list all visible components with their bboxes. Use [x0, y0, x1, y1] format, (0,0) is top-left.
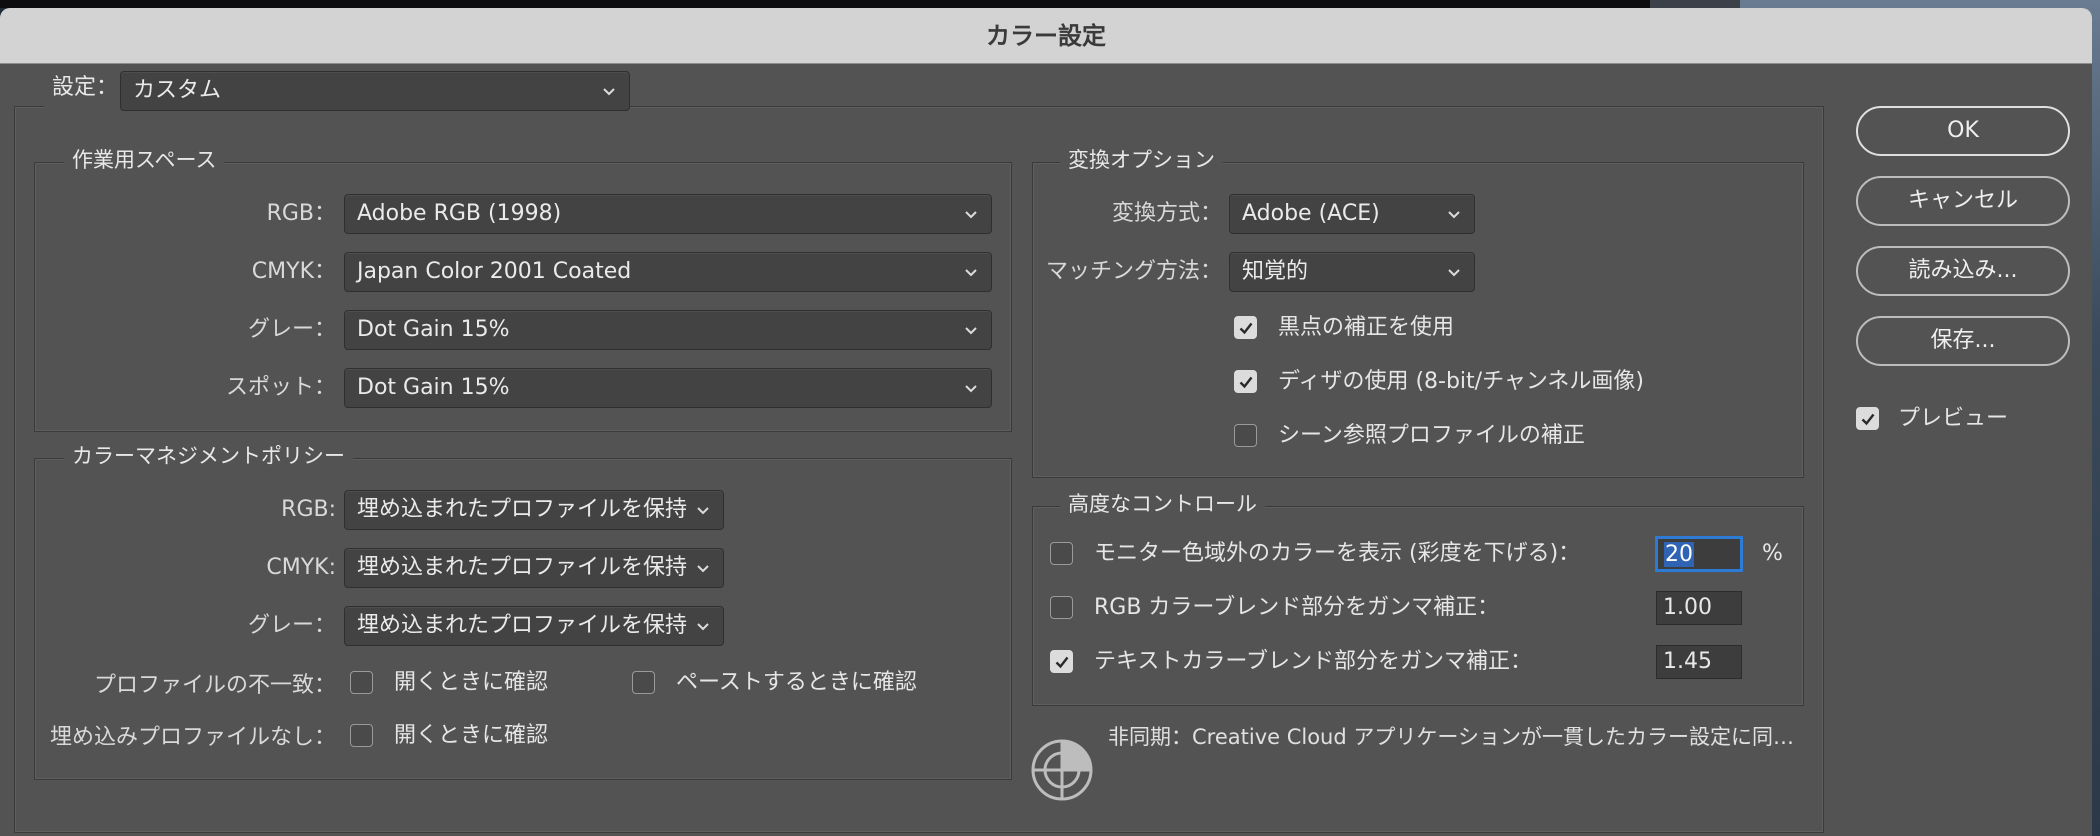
bpc-checkbox[interactable] [1234, 316, 1257, 339]
preview-checkbox[interactable] [1856, 407, 1879, 430]
cancel-button[interactable]: キャンセル [1856, 176, 2070, 226]
cmyk-working-value: Japan Color 2001 Coated [357, 259, 632, 284]
save-button[interactable]: 保存... [1856, 316, 2070, 366]
rgb-working-label: RGB： [266, 201, 336, 226]
policies-legend: カラーマネジメントポリシー [64, 442, 353, 470]
ok-button[interactable]: OK [1856, 106, 2070, 156]
missing-label: 埋め込みプロファイルなし： [49, 725, 336, 750]
desktop-background [1650, 0, 1740, 8]
chevron-down-icon [603, 88, 615, 96]
spot-working-value: Dot Gain 15% [357, 375, 510, 400]
engine-label: 変換方式： [1111, 201, 1222, 226]
text-blend-checkbox[interactable] [1050, 650, 1073, 673]
gray-working-select[interactable]: Dot Gain 15% [344, 310, 992, 350]
scene-checkbox[interactable] [1234, 424, 1257, 447]
rgb-working-select[interactable]: Adobe RGB (1998) [344, 194, 992, 234]
chevron-down-icon [1448, 211, 1460, 219]
desaturate-label[interactable]: モニター色域外のカラーを表示 (彩度を下げる)： [1094, 539, 1580, 569]
dither-label[interactable]: ディザの使用 (8-bit/チャンネル画像) [1278, 367, 1644, 397]
chevron-down-icon [697, 623, 709, 631]
cmyk-policy-label: CMYK: [266, 555, 336, 580]
rgb-policy-value: 埋め込まれたプロファイルを保持 [357, 497, 688, 522]
settings-label: 設定： [44, 68, 127, 108]
cmyk-working-label: CMYK： [251, 259, 336, 284]
spot-working-select[interactable]: Dot Gain 15% [344, 368, 992, 408]
missing-open-label[interactable]: 開くときに確認 [394, 721, 548, 751]
gray-working-value: Dot Gain 15% [357, 317, 510, 342]
engine-select[interactable]: Adobe (ACE) [1229, 194, 1475, 234]
intent-value: 知覚的 [1242, 259, 1309, 284]
settings-value: カスタム [133, 78, 222, 103]
chevron-down-icon [697, 565, 709, 573]
cmyk-policy-value: 埋め込まれたプロファイルを保持 [357, 555, 688, 580]
checkmark-icon [1055, 656, 1069, 669]
intent-select[interactable]: 知覚的 [1229, 252, 1475, 292]
rgb-blend-checkbox[interactable] [1050, 596, 1073, 619]
bpc-label[interactable]: 黒点の補正を使用 [1278, 313, 1454, 343]
scene-label[interactable]: シーン参照プロファイルの補正 [1278, 421, 1585, 451]
rgb-policy-select[interactable]: 埋め込まれたプロファイルを保持 [344, 490, 724, 530]
checkmark-icon [1861, 413, 1875, 426]
engine-value: Adobe (ACE) [1242, 201, 1380, 226]
desaturate-input[interactable]: 20 [1656, 537, 1742, 571]
chevron-down-icon [1448, 269, 1460, 277]
dialog-title: カラー設定 [986, 22, 1106, 50]
desktop-background [0, 0, 1650, 8]
dither-checkbox[interactable] [1234, 370, 1257, 393]
chevron-down-icon [965, 385, 977, 393]
desaturate-unit: % [1762, 541, 1783, 566]
mismatch-label: プロファイルの不一致： [93, 673, 336, 698]
gray-working-label: グレー： [247, 317, 336, 342]
missing-open-checkbox[interactable] [350, 724, 373, 747]
mismatch-paste-label[interactable]: ペーストするときに確認 [676, 668, 917, 698]
color-settings-dialog: カラー設定 設定： カスタム 作業用スペース RGB： Adobe RGB (1… [0, 8, 2092, 836]
rgb-blend-label[interactable]: RGB カラーブレンド部分をガンマ補正： [1094, 593, 1499, 623]
rgb-policy-label: RGB: [281, 497, 336, 522]
cmyk-policy-select[interactable]: 埋め込まれたプロファイルを保持 [344, 548, 724, 588]
chevron-down-icon [965, 327, 977, 335]
gray-policy-value: 埋め込まれたプロファイルを保持 [357, 613, 688, 638]
mismatch-open-checkbox[interactable] [350, 671, 373, 694]
mismatch-open-label[interactable]: 開くときに確認 [394, 668, 548, 698]
gray-policy-select[interactable]: 埋め込まれたプロファイルを保持 [344, 606, 724, 646]
cmyk-working-select[interactable]: Japan Color 2001 Coated [344, 252, 992, 292]
chevron-down-icon [697, 507, 709, 515]
conversion-legend: 変換オプション [1060, 146, 1223, 174]
desaturate-checkbox[interactable] [1050, 542, 1073, 565]
spot-working-label: スポット： [225, 375, 336, 400]
preview-label[interactable]: プレビュー [1898, 404, 2008, 434]
chevron-down-icon [965, 211, 977, 219]
load-button[interactable]: 読み込み... [1856, 246, 2070, 296]
color-sync-icon [1031, 739, 1093, 801]
checkmark-icon [1239, 376, 1253, 389]
gray-policy-label: グレー： [247, 613, 336, 638]
desaturate-value: 20 [1664, 542, 1694, 567]
advanced-legend: 高度なコントロール [1060, 490, 1265, 518]
text-blend-input[interactable]: 1.45 [1656, 645, 1742, 679]
chevron-down-icon [965, 269, 977, 277]
checkmark-icon [1239, 322, 1253, 335]
intent-label: マッチング方法： [1045, 259, 1222, 284]
rgb-working-value: Adobe RGB (1998) [357, 201, 562, 226]
settings-select[interactable]: カスタム [120, 71, 630, 111]
mismatch-paste-checkbox[interactable] [632, 671, 655, 694]
sync-status-text: 非同期：Creative Cloud アプリケーションが一貫したカラー設定に同… [1108, 725, 1794, 749]
text-blend-label[interactable]: テキストカラーブレンド部分をガンマ補正： [1094, 647, 1532, 677]
working-spaces-legend: 作業用スペース [64, 146, 225, 174]
rgb-blend-input[interactable]: 1.00 [1656, 591, 1742, 625]
